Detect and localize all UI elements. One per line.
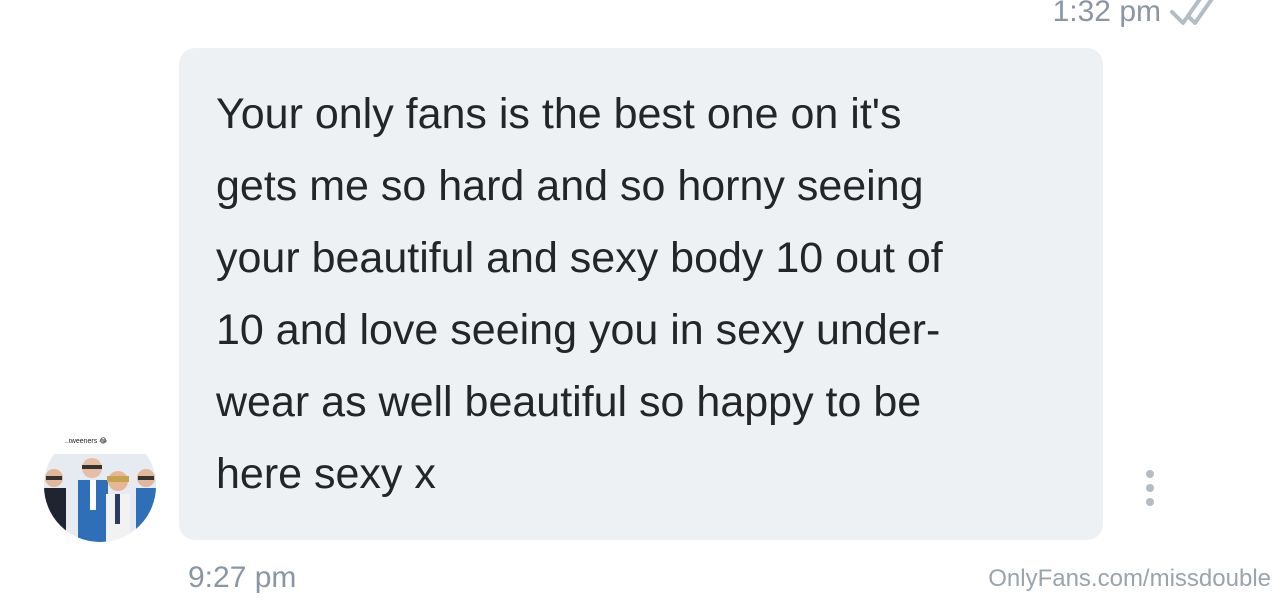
message-line: here sexy x — [216, 450, 436, 498]
sent-time: 1:32 pm — [1052, 0, 1161, 28]
message-line: wear as well beautiful so happy to be — [216, 378, 922, 426]
message-line: Your only fans is the best one on it's — [216, 90, 902, 138]
message-bubble[interactable]: Your only fans is the best one on it's g… — [179, 48, 1103, 540]
chat-screen: 1:32 pm Your only fans is the best one o… — [0, 0, 1283, 605]
message-line: gets me so hard and so horny seeing — [216, 162, 924, 210]
message-time: 9:27 pm — [188, 561, 297, 594]
more-vertical-icon[interactable] — [1133, 466, 1167, 510]
previous-message-meta: 1:32 pm — [1053, 0, 1227, 32]
watermark: OnlyFans.com/missdouble — [988, 565, 1271, 592]
avatar-photo — [44, 454, 156, 542]
double-check-icon — [1170, 0, 1214, 25]
message-line: 10 and love seeing you in sexy under- — [216, 306, 941, 354]
message-line: your beautiful and sexy body 10 out of — [216, 234, 943, 282]
sender-avatar[interactable]: ...tweeners 😂 — [44, 430, 156, 542]
avatar-caption: ...tweeners 😂 — [63, 438, 108, 445]
